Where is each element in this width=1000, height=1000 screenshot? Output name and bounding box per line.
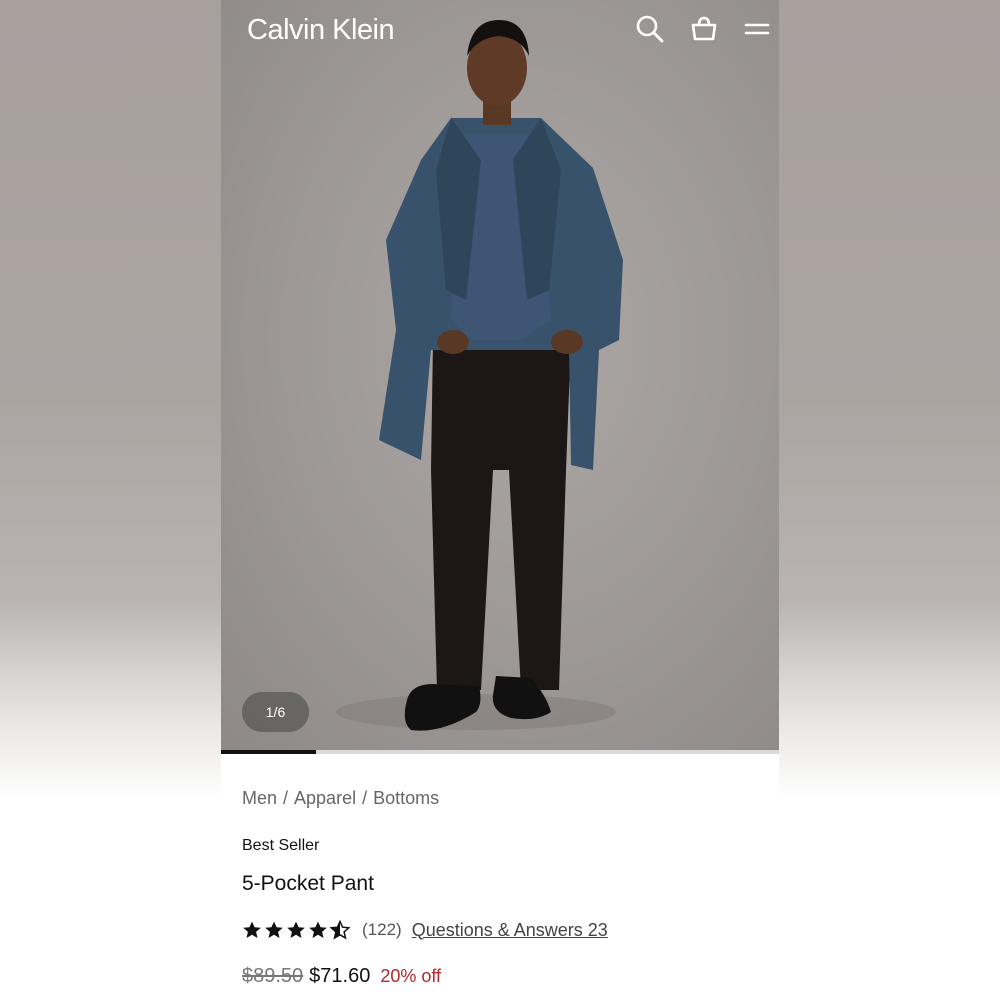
breadcrumb-bottoms[interactable]: Bottoms bbox=[373, 788, 439, 808]
gallery-progress-fill bbox=[221, 750, 316, 754]
sale-price: $71.60 bbox=[309, 965, 371, 987]
original-price: $89.50 bbox=[242, 965, 304, 987]
star-full-icon bbox=[309, 921, 327, 938]
background-left bbox=[0, 0, 221, 1000]
star-full-icon bbox=[243, 921, 261, 938]
brand-logo[interactable]: Calvin Klein bbox=[247, 14, 395, 47]
slide-counter: 1/6 bbox=[242, 692, 309, 732]
discount-label: 20% off bbox=[380, 966, 442, 986]
questions-answers-link[interactable]: Questions & Answers 23 bbox=[412, 920, 608, 941]
star-rating[interactable] bbox=[242, 920, 350, 940]
breadcrumb-men[interactable]: Men bbox=[242, 788, 277, 808]
breadcrumb-separator: / bbox=[283, 788, 289, 808]
search-icon[interactable] bbox=[635, 14, 665, 44]
bag-icon[interactable] bbox=[689, 14, 719, 44]
star-half-icon bbox=[330, 920, 350, 940]
best-seller-badge: Best Seller bbox=[242, 837, 320, 854]
product-title: 5-Pocket Pant bbox=[242, 872, 374, 895]
mobile-screen: Calvin Klein 1/6 Men / Apparel / Bottoms Bes… bbox=[221, 0, 779, 1000]
rating-row: (122) Questions & Answers 23 bbox=[242, 917, 608, 943]
breadcrumb: Men / Apparel / Bottoms bbox=[242, 788, 439, 809]
product-image[interactable]: Calvin Klein 1/6 bbox=[221, 0, 779, 751]
star-full-icon bbox=[265, 921, 283, 938]
price-row: $89.50 $71.60 20% off bbox=[242, 965, 441, 988]
menu-icon[interactable] bbox=[742, 14, 772, 44]
model-illustration bbox=[336, 20, 623, 731]
star-full-icon bbox=[287, 921, 305, 938]
breadcrumb-separator: / bbox=[362, 788, 368, 808]
breadcrumb-apparel[interactable]: Apparel bbox=[294, 788, 356, 808]
review-count[interactable]: (122) bbox=[362, 920, 402, 940]
background-right bbox=[779, 0, 1000, 1000]
gallery-progress bbox=[221, 750, 779, 754]
